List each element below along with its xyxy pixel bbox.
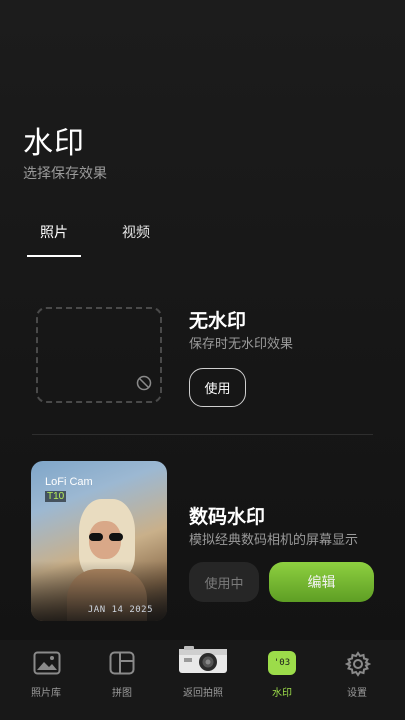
preview-glasses	[89, 533, 123, 541]
no-watermark-preview[interactable]	[36, 307, 162, 403]
tab-video[interactable]: 视频	[122, 222, 150, 242]
digital-watermark-title: 数码水印	[189, 506, 266, 528]
page-title: 水印	[23, 126, 85, 161]
digital-watermark-preview[interactable]: LoFi Cam T10 JAN 14 2025	[31, 461, 167, 621]
page-subtitle: 选择保存效果	[23, 166, 107, 182]
nav-label-gallery: 照片库	[31, 688, 61, 699]
card-divider	[32, 434, 373, 435]
use-no-watermark-button[interactable]: 使用	[189, 368, 246, 407]
nav-label-watermark: 水印	[272, 688, 292, 699]
nav-label-collage: 拼图	[112, 688, 132, 699]
preview-camera-name: LoFi Cam	[45, 476, 93, 488]
preview-date-stamp: JAN 14 2025	[87, 605, 153, 615]
nav-label-camera: 返回拍照	[183, 688, 223, 699]
camera-icon	[179, 646, 227, 673]
in-use-button[interactable]: 使用中	[189, 562, 259, 602]
active-tab-indicator	[27, 255, 81, 257]
media-tabs: 照片 视频	[27, 222, 257, 258]
preview-camera-model: T10	[45, 491, 67, 502]
digital-watermark-description: 模拟经典数码相机的屏幕显示	[189, 533, 359, 548]
watermark-icon-badge: '03	[273, 658, 291, 668]
tab-photo[interactable]: 照片	[40, 222, 68, 242]
nav-label-settings: 设置	[347, 688, 367, 699]
ban-icon	[136, 375, 152, 391]
gear-icon	[345, 651, 371, 677]
gallery-icon	[33, 651, 61, 675]
watermark-icon: '03	[268, 651, 296, 675]
no-watermark-description: 保存时无水印效果	[189, 337, 294, 352]
collage-icon	[109, 651, 135, 675]
edit-watermark-button[interactable]: 编辑	[269, 562, 374, 602]
no-watermark-title: 无水印	[189, 310, 247, 332]
